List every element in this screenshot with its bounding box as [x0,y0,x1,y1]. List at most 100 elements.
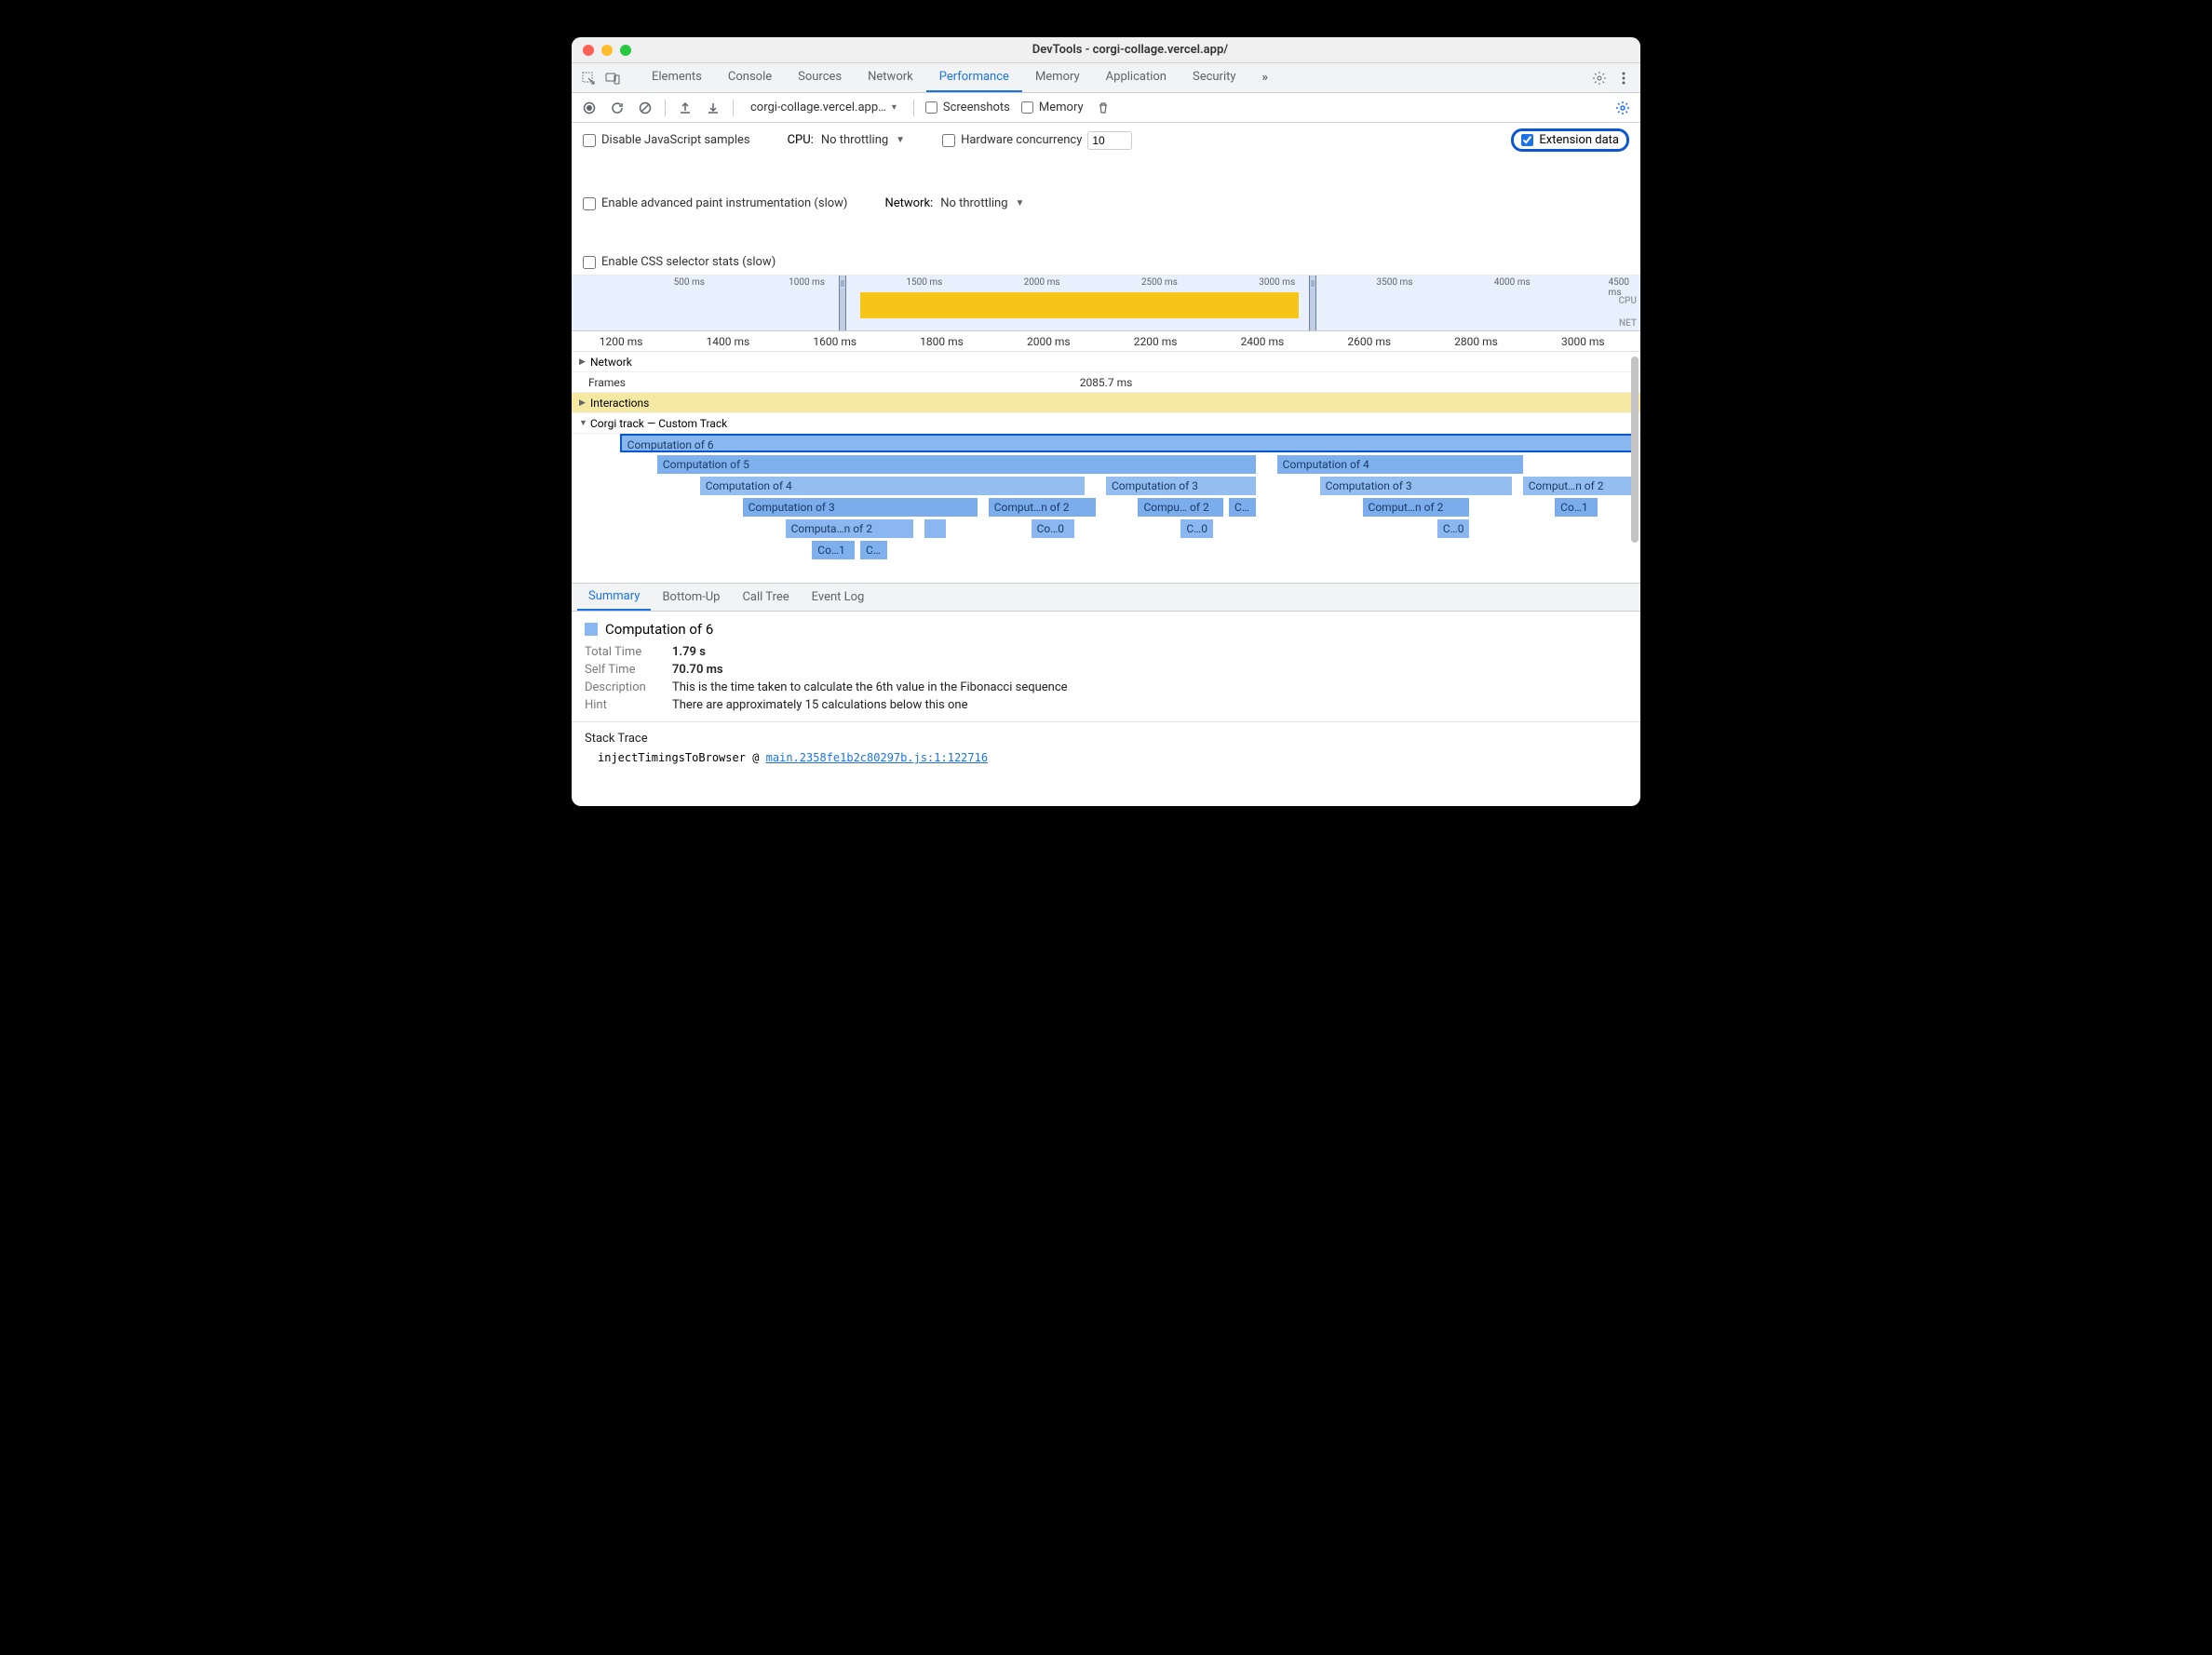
timeline-overview[interactable]: 500 ms1000 ms1500 ms2000 ms2500 ms3000 m… [572,276,1640,331]
range-handle-left[interactable]: || [839,276,846,330]
tab-application[interactable]: Application [1093,63,1180,92]
btab-call-tree[interactable]: Call Tree [731,585,800,610]
extension-data-label: Extension data [1539,133,1619,147]
profile-selector[interactable]: corgi-collage.vercel.app… [745,99,902,116]
flame-bar[interactable]: Computation of 3 [1320,477,1513,495]
hardware-concurrency-checkbox[interactable] [942,134,955,147]
panel-tabbar: Elements Console Sources Network Perform… [572,63,1640,93]
tab-overflow[interactable]: » [1255,64,1276,91]
paint-instrumentation-input[interactable] [583,197,596,210]
hardware-concurrency-input[interactable] [1087,131,1132,150]
flame-bar[interactable]: Comput…n of 2 [1363,498,1470,517]
tab-sources[interactable]: Sources [785,63,855,92]
garbage-icon[interactable] [1095,100,1112,116]
tab-memory[interactable]: Memory [1022,63,1093,92]
reload-icon[interactable] [609,100,626,116]
flame-bar[interactable]: Co…0 [1032,519,1074,538]
flame-bar[interactable]: C…0 [1437,519,1469,538]
flame-bar[interactable]: Computa…n of 2 [786,519,914,538]
css-selector-stats-label: Enable CSS selector stats (slow) [601,255,776,269]
flame-bar[interactable]: Computation of 3 [743,498,978,517]
flame-bar[interactable]: Co…1 [1555,498,1598,517]
tab-performance[interactable]: Performance [926,63,1022,92]
flame-bar[interactable]: Computation of 5 [657,455,1256,474]
flame-bar[interactable]: Computation of 4 [1277,455,1523,474]
overview-tick: 4000 ms [1494,277,1531,288]
disable-js-samples-checkbox[interactable]: Disable JavaScript samples [583,133,750,147]
flame-chart[interactable]: Computation of 6 Computation of 5 Computat… [572,434,1640,583]
close-icon[interactable] [583,45,594,56]
perf-settings-icon[interactable] [1614,100,1631,116]
custom-track-label: Corgi track — Custom Track [590,417,727,430]
stack-function: injectTimingsToBrowser [598,751,746,764]
summary-title-text: Computation of 6 [605,621,713,638]
overview-net-label: NET [1619,318,1637,329]
tab-network[interactable]: Network [855,63,926,92]
ruler-tick: 1600 ms [813,335,856,348]
ruler-tick: 2800 ms [1454,335,1498,348]
scrollbar[interactable] [1631,357,1639,543]
overview-tick: 500 ms [674,277,705,288]
overview-tick: 3000 ms [1259,277,1295,288]
screenshots-input[interactable] [925,101,937,114]
flame-bar[interactable]: Compu… of 2 [1138,498,1223,517]
flame-bar[interactable]: Computation of 3 [1106,477,1256,495]
zoom-icon[interactable] [620,45,631,56]
color-swatch [585,623,598,636]
frames-label: Frames [588,376,626,389]
btab-bottom-up[interactable]: Bottom-Up [651,585,731,610]
ruler-tick: 3000 ms [1561,335,1605,348]
overview-tick: 2500 ms [1141,277,1178,288]
network-throttle-select[interactable]: Network: No throttling ▼ [884,196,1024,210]
interactions-label: Interactions [590,397,649,410]
screenshots-checkbox[interactable]: Screenshots [925,101,1010,114]
record-icon[interactable] [581,100,598,116]
range-handle-right[interactable]: || [1309,276,1316,330]
css-selector-stats-input[interactable] [583,256,596,269]
hardware-concurrency-label: Hardware concurrency [961,133,1082,147]
devtools-window: DevTools - corgi-collage.vercel.app/ Ele… [572,37,1640,806]
memory-checkbox[interactable]: Memory [1021,101,1084,114]
flame-bar[interactable]: C… [860,541,887,559]
download-icon[interactable] [705,100,722,116]
cpu-value: No throttling [821,133,888,147]
flame-bar[interactable]: Comput…n of 2 [989,498,1096,517]
tab-console[interactable]: Console [715,63,785,92]
device-toolbar-icon[interactable] [603,69,622,87]
chevron-right-icon: ▶ [579,357,590,367]
upload-icon[interactable] [677,100,694,116]
flame-bar[interactable] [924,519,946,538]
flame-bar[interactable]: Co…1 [812,541,855,559]
network-track-header[interactable]: ▶ Network [572,352,1640,372]
flame-bar[interactable]: Computation of 6 [620,434,1636,452]
extension-data-checkbox[interactable] [1521,134,1533,146]
memory-input[interactable] [1021,101,1033,114]
css-selector-stats-checkbox[interactable]: Enable CSS selector stats (slow) [583,255,776,269]
minimize-icon[interactable] [601,45,613,56]
gear-icon[interactable] [1590,69,1609,87]
ruler-tick: 2200 ms [1134,335,1178,348]
flame-bar[interactable]: Computation of 4 [700,477,1085,495]
flame-bar[interactable]: C… [1229,498,1256,517]
kebab-icon[interactable] [1614,69,1633,87]
flame-bar[interactable]: Comput…n of 2 [1523,477,1636,495]
total-time-label: Total Time [585,645,659,659]
paint-instrumentation-label: Enable advanced paint instrumentation (s… [601,196,847,210]
tab-security[interactable]: Security [1180,63,1249,92]
disable-js-samples-input[interactable] [583,134,596,147]
clear-icon[interactable] [637,100,654,116]
interactions-track-header[interactable]: ▶ Interactions [572,393,1640,413]
tab-elements[interactable]: Elements [639,63,715,92]
overview-ticks: 500 ms1000 ms1500 ms2000 ms2500 ms3000 m… [572,277,1640,290]
btab-summary[interactable]: Summary [577,584,651,611]
paint-instrumentation-checkbox[interactable]: Enable advanced paint instrumentation (s… [583,196,847,210]
inspect-icon[interactable] [579,69,598,87]
stack-link[interactable]: main.2358fe1b2c80297b.js:1:122716 [766,751,988,764]
memory-label: Memory [1039,101,1084,114]
cpu-throttle-select[interactable]: CPU: No throttling ▼ [788,133,905,147]
custom-track-header[interactable]: ▼ Corgi track — Custom Track [572,413,1640,434]
network-value: No throttling [940,196,1007,210]
overview-tick: 1000 ms [789,277,825,288]
btab-event-log[interactable]: Event Log [801,585,876,610]
flame-bar[interactable]: C…0 [1180,519,1212,538]
